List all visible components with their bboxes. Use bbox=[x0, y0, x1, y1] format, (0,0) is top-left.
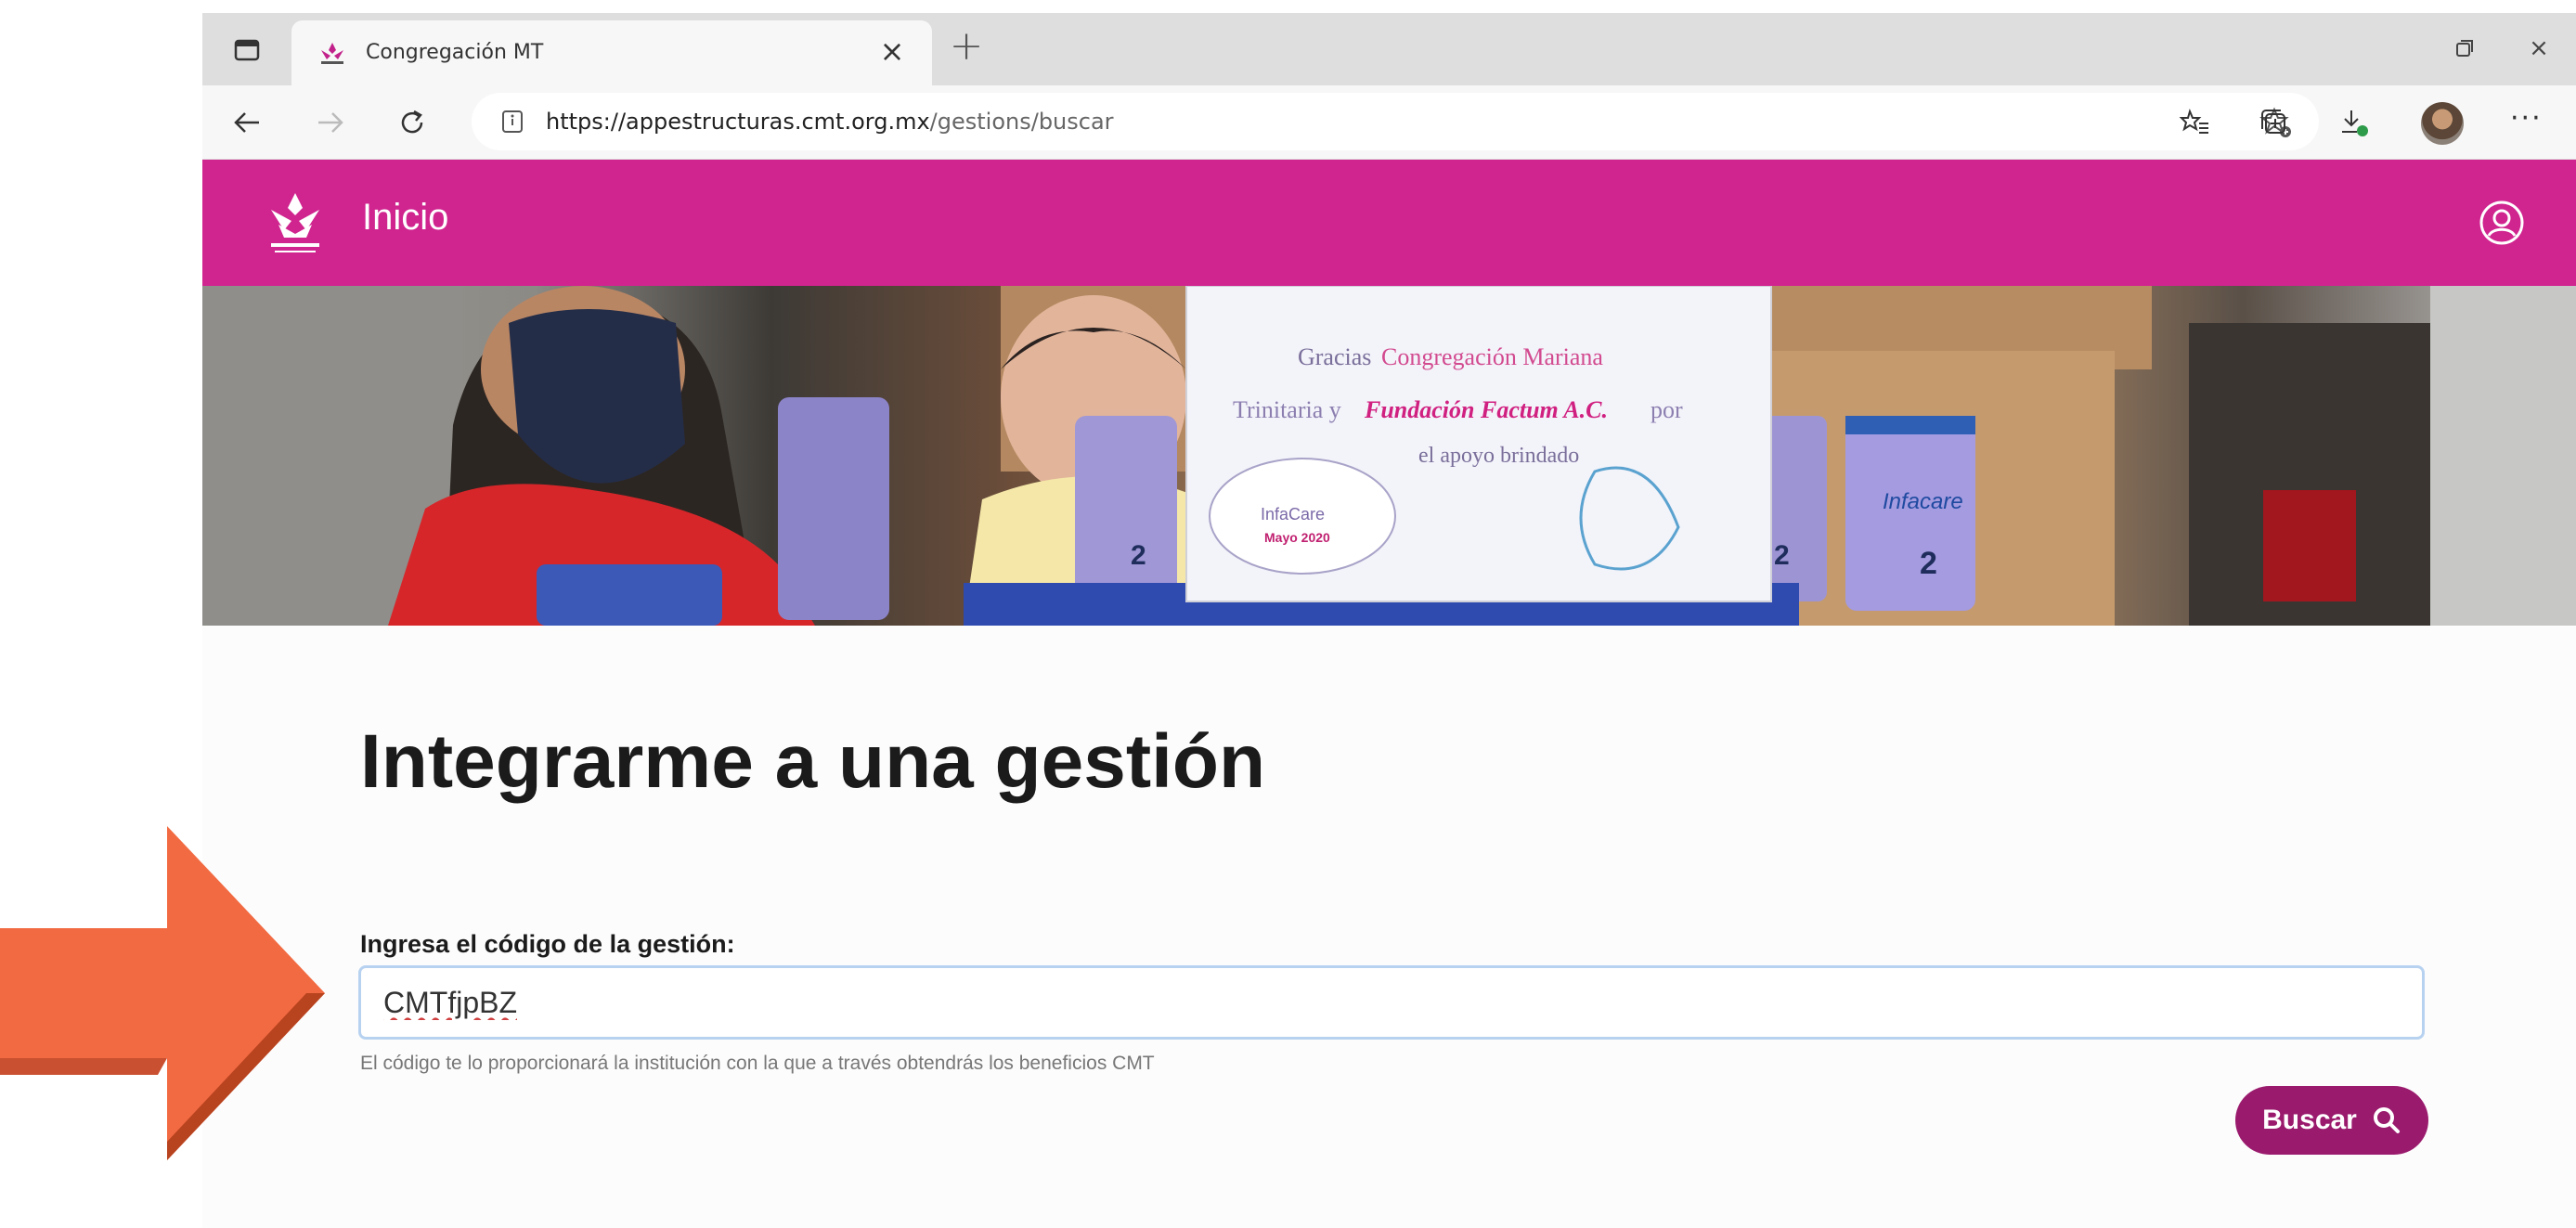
browser-window: Congregación MT × + × https://appestruct… bbox=[202, 13, 2576, 1228]
hero-banner-image: Gracias Congregación Mariana Trinitaria … bbox=[202, 286, 2576, 626]
more-options-icon[interactable]: ··· bbox=[2510, 102, 2543, 135]
annotation-arrow-icon bbox=[0, 826, 325, 1160]
hero-can-number-baby: 2 bbox=[1131, 540, 1146, 571]
new-tab-icon[interactable]: + bbox=[945, 22, 988, 70]
hero-sign-line2: Trinitaria y bbox=[1233, 396, 1341, 423]
hero-sign-line2-bold: Fundación Factum A.C. bbox=[1364, 396, 1608, 423]
downloads-icon[interactable] bbox=[2332, 100, 2376, 145]
tab-actions-icon[interactable] bbox=[228, 32, 265, 69]
site-header: Inicio bbox=[202, 160, 2576, 286]
address-bar[interactable]: https://appestructuras.cmt.org.mx/gestio… bbox=[472, 93, 2319, 150]
browser-toolbar: https://appestructuras.cmt.org.mx/gestio… bbox=[202, 85, 2576, 160]
hero-can-label: Infacare bbox=[1883, 489, 1963, 514]
url-text: https://appestructuras.cmt.org.mx/gestio… bbox=[546, 109, 1114, 135]
forward-arrow-icon[interactable] bbox=[306, 98, 355, 147]
hero-can-number: 2 bbox=[1920, 546, 1937, 581]
hero-sign-badge2: Mayo 2020 bbox=[1264, 530, 1330, 545]
hero-sign-badge1: InfaCare bbox=[1261, 505, 1325, 524]
close-tab-icon[interactable]: × bbox=[876, 33, 908, 69]
hero-sign-line1-pink: Congregación Mariana bbox=[1381, 343, 1603, 370]
back-arrow-icon[interactable] bbox=[223, 98, 271, 147]
collections-icon[interactable] bbox=[2252, 100, 2297, 145]
url-path: /gestions/buscar bbox=[929, 109, 1114, 135]
hero-sign-line2-end: por bbox=[1650, 396, 1683, 423]
close-window-icon[interactable]: × bbox=[2502, 26, 2576, 71]
screenshot-stage: Congregación MT × + × https://appestruct… bbox=[0, 0, 2576, 1228]
code-field-label: Ingresa el código de la gestión: bbox=[360, 930, 735, 958]
tab-title: Congregación MT bbox=[366, 41, 544, 64]
reload-icon[interactable] bbox=[388, 98, 436, 147]
user-account-icon[interactable] bbox=[2478, 199, 2526, 247]
page-info-icon[interactable] bbox=[499, 108, 525, 136]
favorites-icon[interactable] bbox=[2172, 100, 2217, 145]
hero-can-number-left: 2 bbox=[1774, 540, 1790, 571]
cmt-favicon-icon bbox=[321, 43, 343, 64]
site-header-title[interactable]: Inicio bbox=[362, 197, 448, 239]
url-host: https://appestructuras.cmt.org.mx bbox=[546, 109, 930, 135]
tab-bar: Congregación MT × + × bbox=[202, 13, 2576, 85]
page-title: Integrarme a una gestión bbox=[360, 719, 1266, 804]
restore-window-icon[interactable] bbox=[2427, 26, 2502, 71]
profile-avatar[interactable] bbox=[2421, 102, 2464, 145]
hero-sign-line1: Gracias bbox=[1298, 343, 1371, 370]
main-content: Integrarme a una gestión Ingresa el códi… bbox=[202, 626, 2576, 1228]
search-button[interactable]: Buscar bbox=[2235, 1086, 2428, 1155]
window-controls: × bbox=[2427, 26, 2576, 71]
search-icon bbox=[2373, 1107, 2400, 1133]
code-helper-text: El código te lo proporcionará la institu… bbox=[360, 1053, 1155, 1074]
hero-photo: Gracias Congregación Mariana Trinitaria … bbox=[202, 286, 2576, 626]
browser-tab[interactable]: Congregación MT × bbox=[291, 20, 932, 85]
hero-sign-line3: el apoyo brindado bbox=[1418, 444, 1579, 468]
cmt-logo-icon[interactable] bbox=[258, 187, 332, 262]
code-input[interactable] bbox=[358, 965, 2425, 1040]
search-button-label: Buscar bbox=[2262, 1105, 2357, 1135]
